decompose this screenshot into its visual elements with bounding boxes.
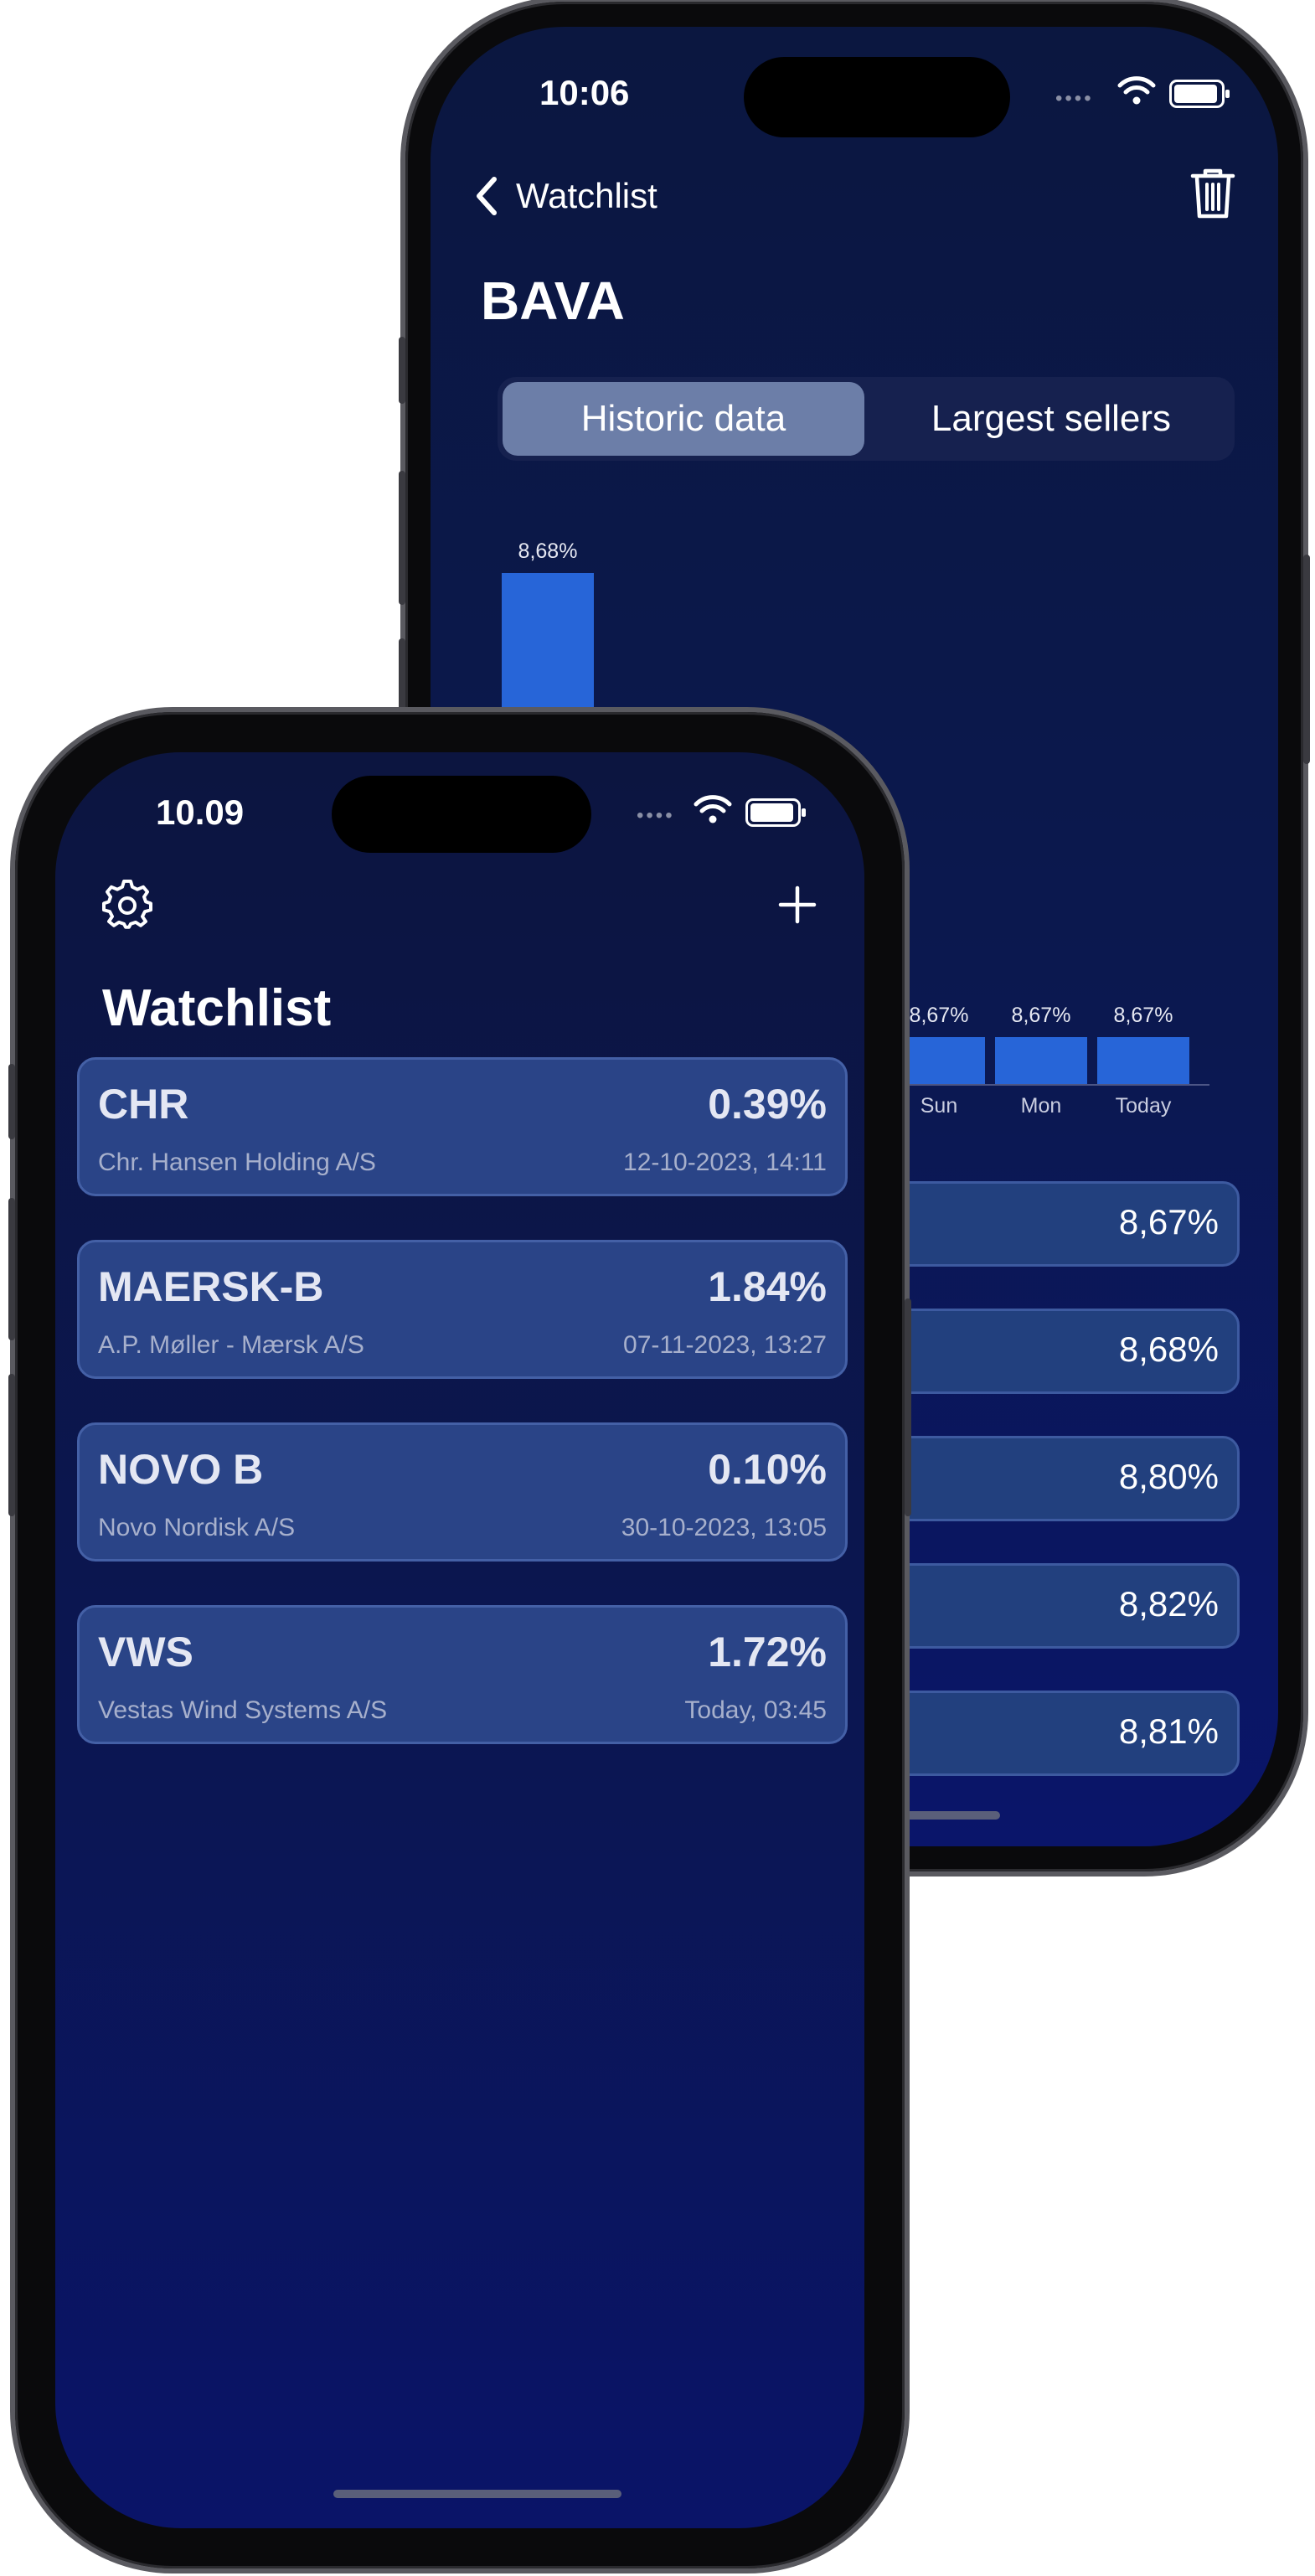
tab-historic-data[interactable]: Historic data xyxy=(503,382,864,456)
row-value: 8,68% xyxy=(1118,1329,1219,1369)
stock-change: 0.39% xyxy=(708,1081,827,1128)
back-button-label: Watchlist xyxy=(516,176,658,215)
stock-change: 1.72% xyxy=(708,1629,827,1675)
action-button xyxy=(399,337,405,404)
chart-bar[interactable] xyxy=(995,1037,1087,1084)
updated-timestamp: Today, 03:45 xyxy=(684,1696,827,1724)
x-axis-label: Mon xyxy=(1020,1094,1062,1118)
row-value: 8,80% xyxy=(1118,1457,1219,1496)
updated-timestamp: 12-10-2023, 14:11 xyxy=(623,1149,827,1176)
list-item[interactable]: 8,80% xyxy=(883,1436,1240,1521)
signal-icon: •••• xyxy=(637,804,675,827)
wifi-icon xyxy=(694,795,732,823)
updated-timestamp: 07-11-2023, 13:27 xyxy=(623,1331,827,1359)
plus-icon[interactable] xyxy=(777,885,817,925)
watchlist-item-novo-b[interactable]: NOVO B 0.10% Novo Nordisk A/S 30-10-2023… xyxy=(77,1422,848,1562)
company-name: Novo Nordisk A/S xyxy=(98,1514,296,1541)
x-axis-label: Sun xyxy=(920,1094,958,1118)
bar-value-label: 8,67% xyxy=(1113,1004,1173,1027)
page-title: BAVA xyxy=(481,271,625,331)
watchlist-screen: 10.09 •••• Watchlist CHR 0.39% Chr. Hans… xyxy=(55,752,864,2528)
row-value: 8,81% xyxy=(1118,1711,1219,1751)
row-value: 8,82% xyxy=(1118,1584,1219,1624)
page-title: Watchlist xyxy=(102,979,332,1037)
chevron-left-icon xyxy=(477,177,497,215)
chart-bar[interactable] xyxy=(893,1037,985,1084)
list-item[interactable]: 8,82% xyxy=(883,1563,1240,1649)
battery-icon xyxy=(745,798,806,827)
volume-down-button xyxy=(8,1374,15,1516)
back-button[interactable]: Watchlist xyxy=(472,174,658,218)
gear-icon[interactable] xyxy=(102,880,152,930)
company-name: A.P. Møller - Mærsk A/S xyxy=(98,1331,364,1359)
bar-value-label: 8,67% xyxy=(1011,1004,1071,1027)
stock-change: 0.10% xyxy=(708,1446,827,1493)
x-axis-label: Today xyxy=(1115,1094,1172,1118)
watchlist-item-chr[interactable]: CHR 0.39% Chr. Hansen Holding A/S 12-10-… xyxy=(77,1057,848,1196)
chart-bar[interactable] xyxy=(1097,1037,1189,1084)
row-value: 8,67% xyxy=(1118,1202,1219,1242)
tab-largest-sellers[interactable]: Largest sellers xyxy=(873,382,1230,456)
status-time: 10.09 xyxy=(156,792,245,832)
stock-symbol: CHR xyxy=(98,1081,189,1128)
watchlist-item-maersk-b[interactable]: MAERSK-B 1.84% A.P. Møller - Mærsk A/S 0… xyxy=(77,1240,848,1379)
volume-up-button xyxy=(8,1198,15,1340)
chart-baseline xyxy=(883,1084,1209,1086)
wifi-icon xyxy=(1117,76,1156,105)
power-button xyxy=(1303,555,1310,764)
segmented-control: Historic data Largest sellers xyxy=(498,377,1235,461)
home-indicator xyxy=(333,2490,621,2498)
stock-symbol: VWS xyxy=(98,1629,193,1675)
power-button xyxy=(905,1298,911,1516)
stock-symbol: NOVO B xyxy=(98,1446,264,1493)
dynamic-island xyxy=(744,57,1010,137)
dynamic-island xyxy=(332,776,591,853)
updated-timestamp: 30-10-2023, 13:05 xyxy=(621,1514,827,1541)
list-item[interactable]: 8,81% xyxy=(883,1691,1240,1776)
front-phone: 10.09 •••• Watchlist CHR 0.39% Chr. Hans… xyxy=(8,712,911,2568)
company-name: Chr. Hansen Holding A/S xyxy=(98,1149,376,1176)
stock-change: 1.84% xyxy=(708,1263,827,1310)
bar-value-label: 8,67% xyxy=(909,1004,969,1027)
list-item[interactable]: 8,68% xyxy=(883,1309,1240,1394)
list-item[interactable]: 8,67% xyxy=(883,1181,1240,1267)
bar-value-label: 8,68% xyxy=(518,539,578,563)
watchlist-item-vws[interactable]: VWS 1.72% Vestas Wind Systems A/S Today,… xyxy=(77,1605,848,1744)
stock-symbol: MAERSK-B xyxy=(98,1263,324,1310)
status-time: 10:06 xyxy=(539,73,630,112)
volume-up-button xyxy=(399,471,405,605)
signal-icon: •••• xyxy=(1055,87,1094,110)
battery-icon xyxy=(1169,80,1230,108)
company-name: Vestas Wind Systems A/S xyxy=(98,1696,388,1724)
trash-icon[interactable] xyxy=(1189,166,1236,221)
action-button xyxy=(8,1064,15,1139)
